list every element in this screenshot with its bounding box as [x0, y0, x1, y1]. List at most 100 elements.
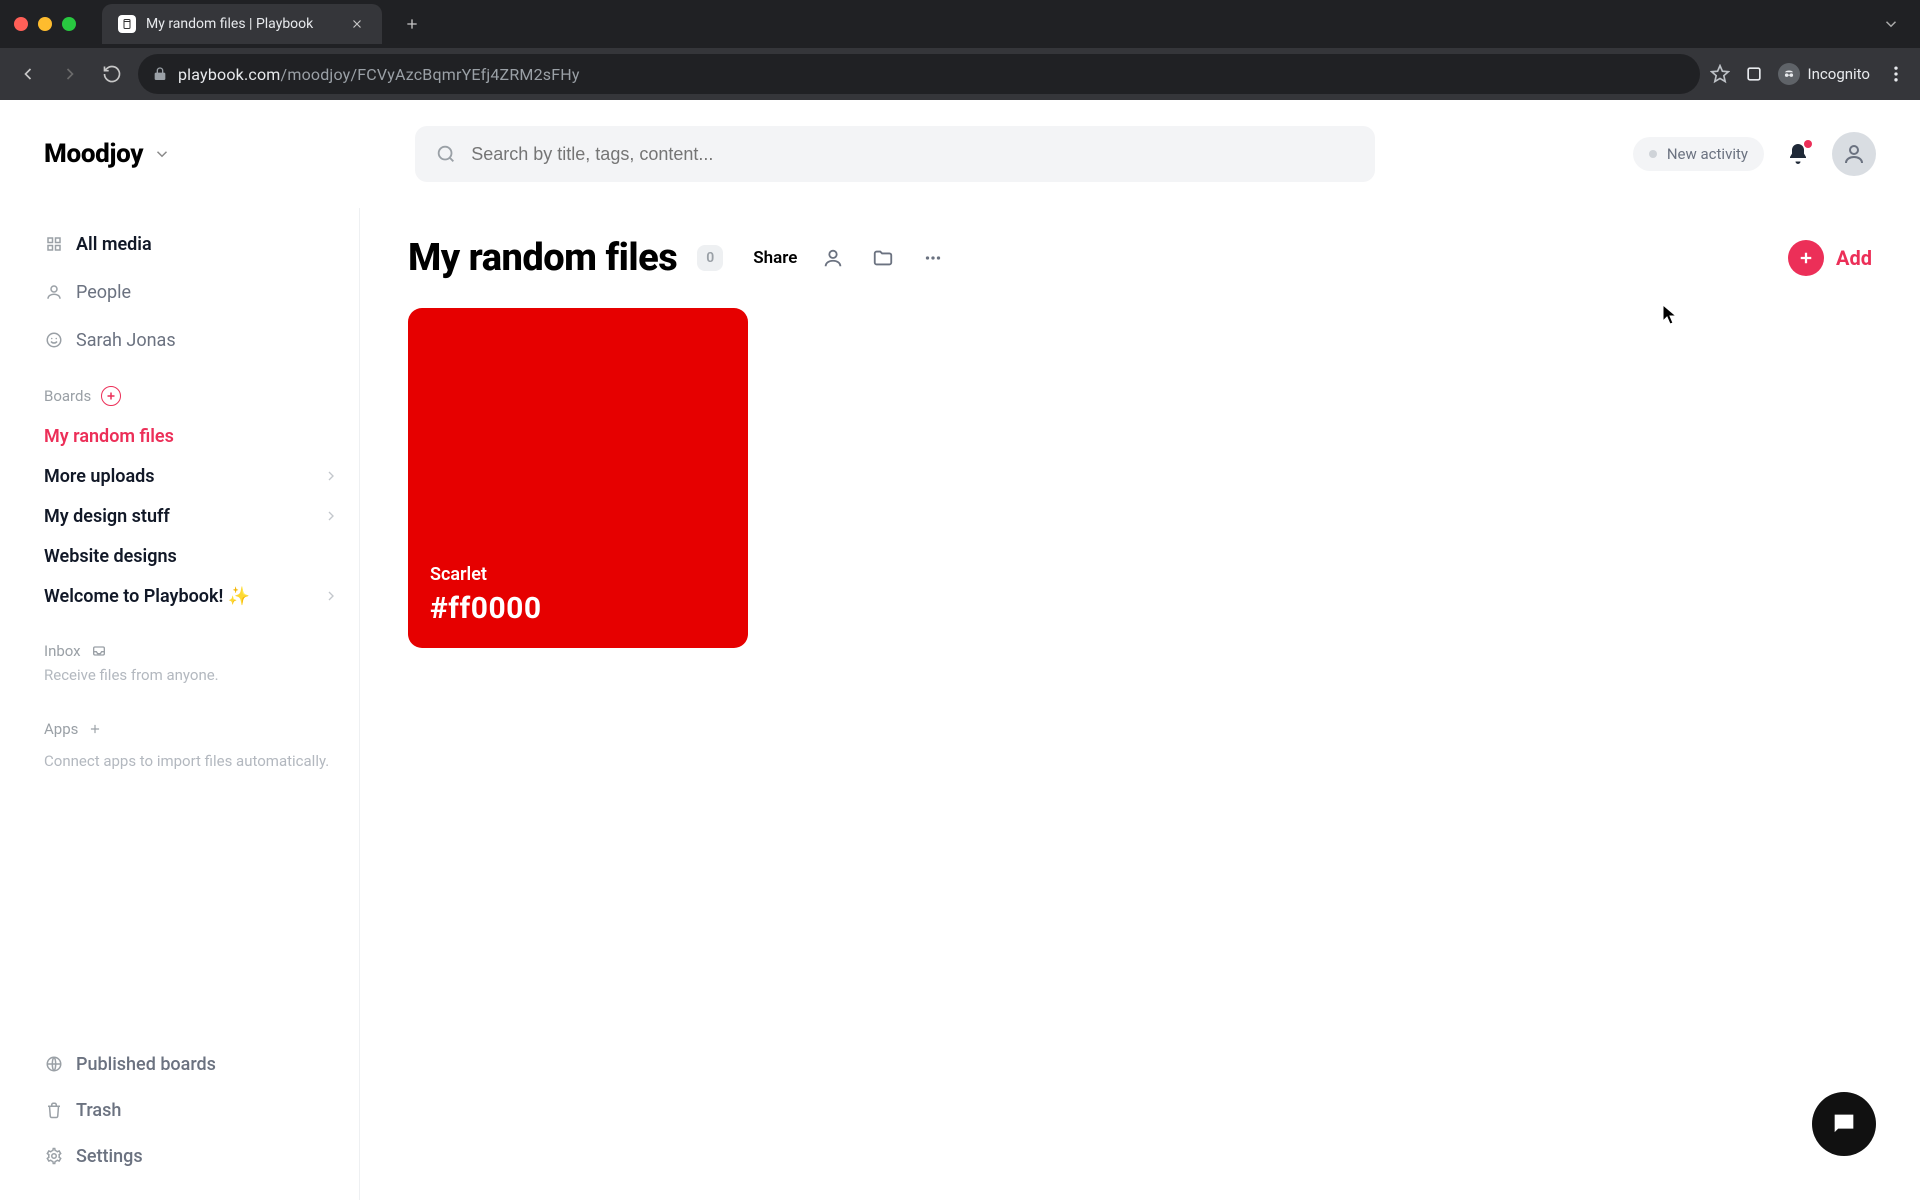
- new-activity-pill[interactable]: New activity: [1633, 137, 1764, 171]
- notifications-button[interactable]: [1786, 142, 1810, 166]
- board-item-label: My design stuff: [44, 506, 170, 527]
- invite-person-icon[interactable]: [819, 244, 847, 272]
- window-controls: [14, 17, 76, 31]
- address-bar[interactable]: playbook.com/moodjoy/FCVyAzcBqmrYEfj4ZRM…: [138, 54, 1700, 94]
- sidebar-item-label: People: [76, 282, 131, 303]
- nav-forward-button[interactable]: [54, 58, 86, 90]
- item-count-badge: 0: [697, 245, 723, 271]
- apps-subtitle: Connect apps to import files automatical…: [44, 752, 339, 770]
- window-minimize-button[interactable]: [38, 17, 52, 31]
- sidebar-section-apps: Apps: [44, 720, 339, 738]
- add-button[interactable]: Add: [1788, 240, 1872, 276]
- browser-toolbar: playbook.com/moodjoy/FCVyAzcBqmrYEfj4ZRM…: [0, 48, 1920, 100]
- window-zoom-button[interactable]: [62, 17, 76, 31]
- board-item-label: My random files: [44, 426, 174, 447]
- tab-title: My random files | Playbook: [146, 16, 338, 32]
- page-title: My random files: [408, 236, 677, 280]
- sidebar-board-item[interactable]: My design stuff: [44, 496, 339, 536]
- boards-section-label: Boards: [44, 387, 91, 405]
- sidebar-item-all-media[interactable]: All media: [44, 224, 339, 264]
- notification-badge-icon: [1804, 140, 1812, 148]
- cards-grid: Scarlet #ff0000: [408, 308, 1872, 648]
- sidebar-board-item[interactable]: Website designs: [44, 536, 339, 576]
- add-board-button[interactable]: [101, 386, 121, 406]
- sidebar: All media People Sarah Jonas Boa: [0, 208, 360, 1200]
- sidebar-item-label: Trash: [76, 1100, 121, 1121]
- board-item-label: Website designs: [44, 546, 177, 567]
- sidebar-item-label: Settings: [76, 1146, 143, 1167]
- sidebar-item-label: All media: [76, 234, 152, 255]
- gear-icon: [44, 1147, 64, 1165]
- url-host: playbook.com: [178, 65, 281, 84]
- workspace-switcher[interactable]: Moodjoy: [44, 139, 171, 169]
- add-app-button[interactable]: [88, 722, 102, 736]
- color-card-hex: #ff0000: [430, 591, 726, 626]
- color-card[interactable]: Scarlet #ff0000: [408, 308, 748, 648]
- address-url: playbook.com/moodjoy/FCVyAzcBqmrYEfj4ZRM…: [178, 65, 580, 84]
- plus-icon: [1788, 240, 1824, 276]
- incognito-indicator[interactable]: Incognito: [1778, 63, 1870, 85]
- inbox-label[interactable]: Inbox: [44, 642, 81, 660]
- new-activity-label: New activity: [1667, 145, 1748, 163]
- more-options-icon[interactable]: [919, 244, 947, 272]
- window-close-button[interactable]: [14, 17, 28, 31]
- trash-icon: [44, 1101, 64, 1119]
- share-button[interactable]: Share: [753, 248, 797, 268]
- board-item-label: Welcome to Playbook! ✨: [44, 586, 250, 607]
- chevron-right-icon: [323, 588, 339, 604]
- search-input[interactable]: [471, 144, 1355, 165]
- tab-close-icon[interactable]: [348, 15, 366, 33]
- content: My random files 0 Share: [360, 208, 1920, 1200]
- sidebar-item-user[interactable]: Sarah Jonas: [44, 320, 339, 360]
- grid-icon: [44, 235, 64, 253]
- sidebar-item-label: Published boards: [76, 1054, 216, 1075]
- sidebar-item-people[interactable]: People: [44, 272, 339, 312]
- sidebar-item-label: Sarah Jonas: [76, 330, 176, 351]
- app: Moodjoy New activity: [0, 100, 1920, 1200]
- bookmark-star-icon[interactable]: [1710, 64, 1730, 84]
- page-header: My random files 0 Share: [408, 236, 1872, 280]
- sidebar-board-item[interactable]: Welcome to Playbook! ✨: [44, 576, 339, 616]
- app-header: Moodjoy New activity: [0, 100, 1920, 208]
- browser-chrome: My random files | Playbook playbo: [0, 0, 1920, 100]
- chevron-right-icon: [323, 468, 339, 484]
- search-icon: [435, 143, 457, 165]
- person-icon: [44, 283, 64, 301]
- sidebar-item-published[interactable]: Published boards: [44, 1044, 339, 1084]
- sidebar-item-trash[interactable]: Trash: [44, 1090, 339, 1130]
- browser-menu-button[interactable]: [1884, 64, 1908, 84]
- add-button-label: Add: [1836, 246, 1872, 270]
- incognito-label: Incognito: [1808, 65, 1870, 83]
- move-folder-icon[interactable]: [869, 244, 897, 272]
- search-bar[interactable]: [415, 126, 1375, 182]
- chevron-right-icon: [323, 508, 339, 524]
- new-tab-button[interactable]: [398, 10, 426, 38]
- color-card-name: Scarlet: [430, 564, 726, 585]
- sidebar-section-boards: Boards My random files More uploads My des…: [44, 386, 339, 616]
- sidebar-section-inbox: Inbox Receive files from anyone.: [44, 642, 339, 684]
- workspace-name: Moodjoy: [44, 139, 143, 169]
- incognito-icon: [1778, 63, 1800, 85]
- apps-label[interactable]: Apps: [44, 720, 78, 738]
- sidebar-board-item[interactable]: My random files: [44, 416, 339, 456]
- browser-tab[interactable]: My random files | Playbook: [102, 4, 382, 44]
- sidebar-board-item[interactable]: More uploads: [44, 456, 339, 496]
- board-item-label: More uploads: [44, 466, 155, 487]
- titlebar: My random files | Playbook: [0, 0, 1920, 48]
- avatar-button[interactable]: [1832, 132, 1876, 176]
- chat-fab[interactable]: [1812, 1092, 1876, 1156]
- tabs-overflow-icon[interactable]: [1882, 15, 1900, 33]
- mouse-cursor-icon: [1662, 304, 1678, 326]
- sidebar-bottom: Published boards Trash Settings: [44, 1024, 339, 1176]
- extensions-icon[interactable]: [1744, 64, 1764, 84]
- tab-favicon-icon: [118, 15, 136, 33]
- nav-reload-button[interactable]: [96, 58, 128, 90]
- lock-icon: [152, 66, 168, 82]
- url-path: /moodjoy/FCVyAzcBqmrYEfj4ZRM2sFHy: [281, 65, 580, 84]
- nav-back-button[interactable]: [12, 58, 44, 90]
- smile-icon: [44, 331, 64, 349]
- sidebar-item-settings[interactable]: Settings: [44, 1136, 339, 1176]
- activity-dot-icon: [1649, 150, 1657, 158]
- chevron-down-icon: [153, 145, 171, 163]
- inbox-tray-icon: [91, 643, 107, 659]
